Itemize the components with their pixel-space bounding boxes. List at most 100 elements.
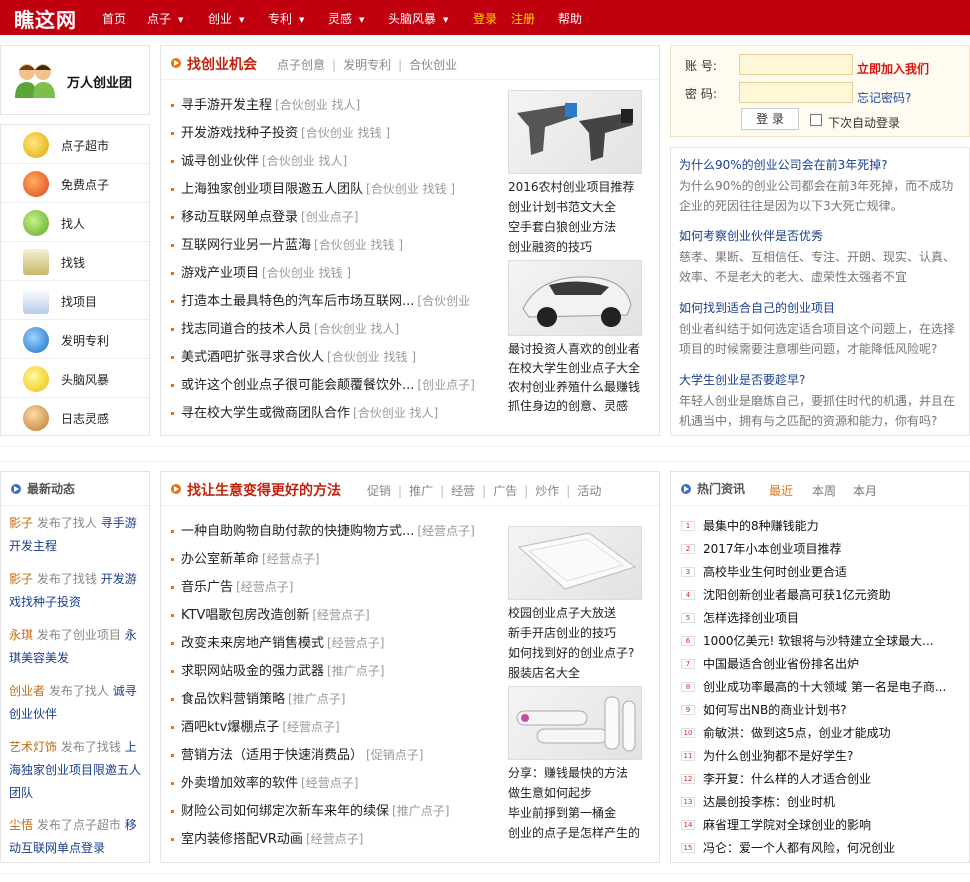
auto-login-checkbox[interactable] — [810, 114, 822, 126]
side-link[interactable]: 毕业前掙到第一桶金 — [508, 804, 616, 821]
side-link[interactable]: 新手开店创业的技巧 — [508, 624, 616, 641]
hot-item[interactable]: 3 高校毕业生何时创业更合适 — [681, 563, 963, 580]
hot-item[interactable]: 6 1000亿美元! 软银将与沙特建立全球最大... — [681, 632, 963, 649]
side-link[interactable]: 创业的点子是怎样产生的 — [508, 824, 640, 841]
cylinders-image[interactable] — [508, 686, 642, 760]
keyboard-image[interactable] — [508, 526, 642, 600]
site-logo[interactable]: 瞧这网 — [14, 4, 77, 33]
side-link[interactable]: 校园创业点子大放送 — [508, 604, 616, 621]
hot-item[interactable]: 14 麻省理工学院对全球创业的影响 — [681, 816, 963, 833]
nav-patent[interactable]: 专利 ▼ — [268, 10, 304, 27]
account-input[interactable] — [739, 54, 853, 75]
nav-login-link[interactable]: 登录 — [473, 10, 497, 27]
side-link[interactable]: 农村创业养殖什么最赚钱 — [508, 378, 640, 395]
list-item[interactable]: 诚寻创业伙伴 [合伙创业 找人] — [171, 150, 347, 169]
list-item[interactable]: 财险公司如何绑定次新车来年的续保 [推广点子] — [171, 800, 449, 819]
activity-user[interactable]: 尘悟 — [9, 818, 33, 832]
tab-patent[interactable]: 发明专利 — [343, 58, 391, 72]
faq-question[interactable]: 如何考察创业伙伴是否优秀 — [679, 227, 963, 244]
list-item[interactable]: 游戏产业项目 [合伙创业 找钱 ] — [171, 262, 351, 281]
nav-register-link[interactable]: 注册 — [511, 10, 535, 27]
faq-question[interactable]: 大学生创业是否要趁早? — [679, 371, 963, 388]
activity-user[interactable]: 艺术灯饰 — [9, 740, 57, 754]
tab-marketing[interactable]: 推广 — [409, 484, 433, 498]
tab-events[interactable]: 活动 — [577, 484, 601, 498]
list-item[interactable]: 寻手游开发主程 [合伙创业 找人] — [171, 94, 360, 113]
login-button[interactable]: 登 录 — [741, 108, 799, 130]
hot-item[interactable]: 9 如何写出NB的商业计划书? — [681, 701, 963, 718]
activity-user[interactable]: 创业者 — [9, 684, 45, 698]
hot-item[interactable]: 10 俞敏洪：做到这5点，创业才能成功 — [681, 724, 963, 741]
list-item[interactable]: 外卖增加效率的软件 [经营点子] — [171, 772, 358, 791]
side-link[interactable]: 服装店名大全 — [508, 664, 580, 681]
hot-item[interactable]: 13 达晨创投李栋：创业时机 — [681, 793, 963, 810]
password-input[interactable] — [739, 82, 853, 103]
list-item[interactable]: 食品饮料营销策略 [推广点子] — [171, 688, 345, 707]
faq-question[interactable]: 为什么90%的创业公司会在前3年死掉? — [679, 156, 963, 173]
list-item[interactable]: 开发游戏找种子投资 [合伙创业 找钱 ] — [171, 122, 390, 141]
vehicle-image[interactable] — [508, 260, 642, 336]
nav-brainstorm[interactable]: 头脑风暴 ▼ — [388, 10, 448, 27]
join-link[interactable]: 立即加入我们 — [857, 60, 929, 77]
category-item-free-ideas[interactable]: 免费点子 — [1, 164, 149, 203]
list-item[interactable]: 室内装修搭配VR动画 [经营点子] — [171, 828, 363, 847]
nav-ideas[interactable]: 点子 ▼ — [147, 10, 183, 27]
list-item[interactable]: 音乐广告 [经营点子] — [171, 576, 293, 595]
side-link[interactable]: 做生意如何起步 — [508, 784, 592, 801]
list-item[interactable]: 酒吧ktv爆棚点子 [经营点子] — [171, 716, 340, 735]
list-item[interactable]: 改变未来房地产销售模式 [经营点子] — [171, 632, 384, 651]
category-item-ideas-market[interactable]: 点子超市 — [1, 125, 149, 164]
side-link[interactable]: 创业计划书范文大全 — [508, 198, 616, 215]
forgot-password-link[interactable]: 忘记密码? — [857, 89, 911, 106]
side-link[interactable]: 创业融资的技巧 — [508, 238, 592, 255]
list-item[interactable]: 营销方法（适用于快速消费品） [促销点子] — [171, 744, 423, 763]
list-item[interactable]: 找志同道合的技术人员 [合伙创业 找人] — [171, 318, 399, 337]
hot-item[interactable]: 7 中国最适合创业省份排名出炉 — [681, 655, 963, 672]
tab-advertising[interactable]: 广告 — [493, 484, 517, 498]
side-link[interactable]: 分享：赚钱最快的方法 — [508, 764, 628, 781]
device-image[interactable] — [508, 90, 642, 174]
side-link[interactable]: 2016农村创业项目推荐 — [508, 178, 635, 195]
list-item[interactable]: 办公室新革命 [经营点子] — [171, 548, 319, 567]
list-item[interactable]: 或许这个创业点子很可能会颠覆餐饮外... [创业点子] — [171, 374, 475, 393]
team-panel[interactable]: 万人创业团 — [0, 45, 150, 115]
tab-this-month[interactable]: 本月 — [853, 482, 877, 499]
hot-item[interactable]: 12 李开复：什么样的人才适合创业 — [681, 770, 963, 787]
list-item[interactable]: 上海独家创业项目限邀五人团队 [合伙创业 找钱 ] — [171, 178, 455, 197]
hot-item[interactable]: 2 2017年小本创业项目推荐 — [681, 540, 963, 557]
side-link[interactable]: 空手套白狼创业方法 — [508, 218, 616, 235]
side-link[interactable]: 最讨投资人喜欢的创业者 — [508, 340, 640, 357]
hot-item[interactable]: 4 沈阳创新创业者最高可获1亿元资助 — [681, 586, 963, 603]
side-link[interactable]: 抓住身边的创意、灵感 — [508, 397, 628, 414]
category-item-patent[interactable]: 发明专利 — [1, 320, 149, 359]
category-item-journal[interactable]: 日志灵感 — [1, 398, 149, 437]
list-item[interactable]: KTV唱歌包房改造创新 [经营点子] — [171, 604, 370, 623]
faq-question[interactable]: 如何找到适合自己的创业项目 — [679, 299, 963, 316]
hot-item[interactable]: 5 怎样选择创业项目 — [681, 609, 963, 626]
category-item-find-project[interactable]: 找项目 — [1, 281, 149, 320]
tab-promotion[interactable]: 促销 — [367, 484, 391, 498]
hot-item[interactable]: 1 最集中的8种赚钱能力 — [681, 517, 963, 534]
list-item[interactable]: 求职网站吸金的强力武器 [推广点子] — [171, 660, 384, 679]
tab-operation[interactable]: 经营 — [451, 484, 475, 498]
category-item-find-people[interactable]: 找人 — [1, 203, 149, 242]
list-item[interactable]: 一种自助购物自助付款的快捷购物方式... [经营点子] — [171, 520, 475, 539]
list-item[interactable]: 寻在校大学生或微商团队合作 [合伙创业 找人] — [171, 402, 438, 421]
hot-item[interactable]: 11 为什么创业狗都不是好学生? — [681, 747, 963, 764]
category-item-brainstorm[interactable]: 头脑风暴 — [1, 359, 149, 398]
nav-home[interactable]: 首页 — [102, 10, 126, 27]
hot-item[interactable]: 15 冯仑：爱一个人都有风险，何况创业 — [681, 839, 963, 856]
hot-item[interactable]: 8 创业成功率最高的十大领域 第一名是电子商... — [681, 678, 963, 695]
tab-recent[interactable]: 最近 — [769, 482, 793, 499]
tab-partner[interactable]: 合伙创业 — [409, 58, 457, 72]
tab-this-week[interactable]: 本周 — [812, 482, 836, 499]
activity-user[interactable]: 影子 — [9, 572, 33, 586]
list-item[interactable]: 打造本土最具特色的汽车后市场互联网... [合伙创业 — [171, 290, 470, 309]
nav-startup[interactable]: 创业 ▼ — [208, 10, 244, 27]
list-item[interactable]: 互联网行业另一片蓝海 [合伙创业 找钱 ] — [171, 234, 403, 253]
activity-user[interactable]: 影子 — [9, 516, 33, 530]
side-link[interactable]: 如何找到好的创业点子? — [508, 644, 634, 661]
tab-ideas[interactable]: 点子创意 — [277, 58, 325, 72]
list-item[interactable]: 移动互联网单点登录 [创业点子] — [171, 206, 358, 225]
list-item[interactable]: 美式酒吧扩张寻求合伙人 [合伙创业 找钱 ] — [171, 346, 416, 365]
